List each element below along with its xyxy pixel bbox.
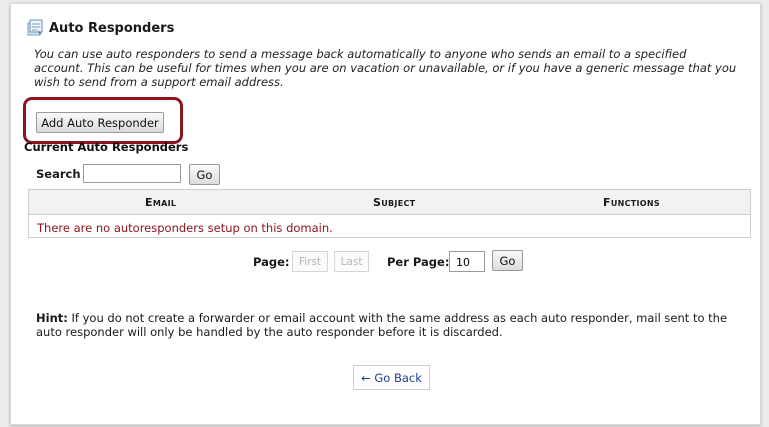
search-label: Search — [36, 167, 81, 181]
first-page-button[interactable]: First — [292, 251, 328, 272]
autoresponders-table: Email Subject Functions There are no aut… — [28, 189, 751, 238]
column-header-subject[interactable]: Subject — [373, 196, 415, 209]
table-header: Email Subject Functions — [29, 190, 750, 215]
hint-text: Hint: If you do not create a forwarder o… — [36, 311, 746, 339]
search-go-button[interactable]: Go — [189, 164, 220, 185]
hint-label: Hint: — [36, 311, 68, 325]
last-page-button[interactable]: Last — [334, 251, 369, 272]
content-panel: Auto Responders You can use auto respond… — [10, 3, 761, 425]
column-header-functions: Functions — [603, 196, 660, 209]
intro-text: You can use auto responders to send a me… — [34, 47, 737, 89]
per-page-go-button[interactable]: Go — [492, 250, 523, 271]
hint-body: If you do not create a forwarder or emai… — [36, 311, 728, 339]
search-input[interactable] — [83, 164, 181, 183]
autoresponder-icon — [27, 19, 43, 37]
page-title: Auto Responders — [49, 20, 175, 36]
per-page-label: Per Page: — [387, 255, 450, 269]
empty-table-message: There are no autoresponders setup on thi… — [37, 221, 333, 235]
page-label: Page: — [253, 255, 290, 269]
per-page-input[interactable] — [449, 251, 485, 272]
page-header: Auto Responders — [27, 18, 174, 38]
go-back-link[interactable]: ← Go Back — [353, 365, 430, 390]
column-header-email[interactable]: Email — [145, 196, 176, 209]
current-auto-responders-heading: Current Auto Responders — [24, 140, 189, 154]
add-auto-responder-button[interactable]: Add Auto Responder — [36, 112, 164, 133]
